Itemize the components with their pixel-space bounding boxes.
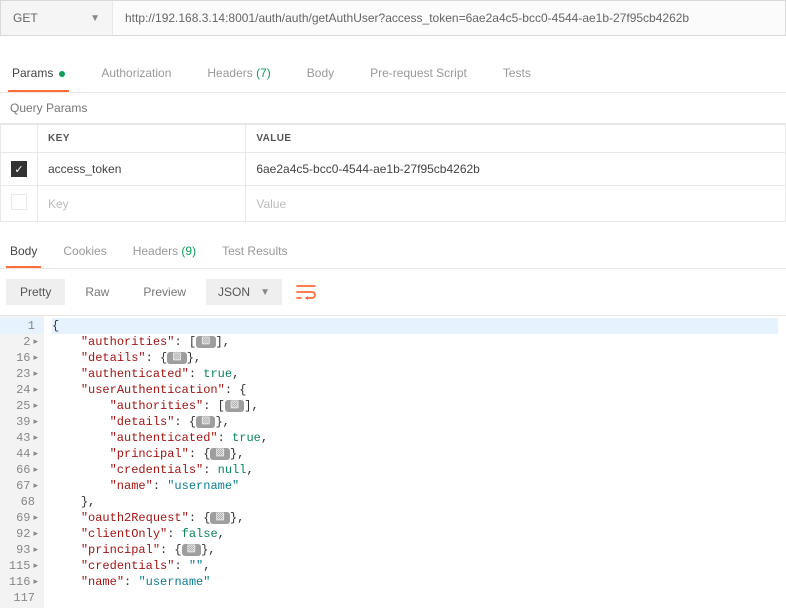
code-line: "oauth2Request": {▧}, [52, 510, 778, 526]
line-number[interactable]: 117 [0, 590, 44, 606]
pretty-button[interactable]: Pretty [6, 279, 65, 305]
line-number[interactable]: 92▸ [0, 526, 44, 542]
line-number[interactable]: 115▸ [0, 558, 44, 574]
code-line: "details": {▧}, [52, 414, 778, 430]
param-key-placeholder[interactable]: Key [38, 186, 246, 222]
code-line: "name": "username" [52, 478, 778, 494]
modified-dot-icon [59, 71, 65, 77]
method-select[interactable]: GET ▼ [1, 1, 113, 35]
code-line: "authorities": [▧], [52, 334, 778, 350]
row-checkbox-icon[interactable] [11, 194, 27, 210]
code-line: "credentials": "", [52, 558, 778, 574]
line-number[interactable]: 16▸ [0, 350, 44, 366]
rtab-headers[interactable]: Headers (9) [129, 236, 200, 268]
line-number[interactable]: 25▸ [0, 398, 44, 414]
code-line: { [52, 318, 778, 334]
line-number[interactable]: 67▸ [0, 478, 44, 494]
row-checkbox-icon[interactable]: ✓ [11, 161, 27, 177]
line-number[interactable]: 44▸ [0, 446, 44, 462]
table-row[interactable]: ✓ access_token 6ae2a4c5-bcc0-4544-ae1b-2… [1, 153, 786, 186]
line-number[interactable]: 1 [0, 318, 44, 334]
code-line [52, 590, 778, 606]
code-line: "credentials": null, [52, 462, 778, 478]
query-params-heading: Query Params [0, 93, 786, 124]
response-tabs: Body Cookies Headers (9) Test Results [0, 236, 786, 269]
line-number[interactable]: 2▸ [0, 334, 44, 350]
request-url-bar: GET ▼ [0, 0, 786, 36]
code-line: "clientOnly": false, [52, 526, 778, 542]
tab-tests[interactable]: Tests [499, 56, 535, 92]
code-line: "authenticated": true, [52, 430, 778, 446]
request-tabs: Params Authorization Headers (7) Body Pr… [0, 56, 786, 93]
table-row-new[interactable]: Key Value [1, 186, 786, 222]
chevron-down-icon: ▼ [260, 287, 270, 298]
tab-params[interactable]: Params [8, 56, 69, 92]
tab-body[interactable]: Body [303, 56, 338, 92]
response-viewer-toolbar: Pretty Raw Preview JSON ▼ [0, 269, 786, 315]
col-key: KEY [38, 125, 246, 153]
rtab-testresults[interactable]: Test Results [218, 236, 291, 268]
params-table: KEY VALUE ✓ access_token 6ae2a4c5-bcc0-4… [0, 124, 786, 222]
rtab-cookies[interactable]: Cookies [59, 236, 110, 268]
code-line: "details": {▧}, [52, 350, 778, 366]
method-label: GET [13, 11, 38, 25]
line-number[interactable]: 116▸ [0, 574, 44, 590]
tab-prerequest[interactable]: Pre-request Script [366, 56, 471, 92]
code-line: "authorities": [▧], [52, 398, 778, 414]
code-line: }, [52, 494, 778, 510]
line-number[interactable]: 43▸ [0, 430, 44, 446]
code-line: "name": "username" [52, 574, 778, 590]
url-input[interactable] [113, 1, 785, 35]
rtab-body[interactable]: Body [6, 236, 41, 268]
raw-button[interactable]: Raw [71, 279, 123, 305]
param-key[interactable]: access_token [38, 153, 246, 186]
wrap-icon[interactable] [292, 280, 320, 304]
format-select[interactable]: JSON ▼ [206, 279, 282, 305]
tab-headers[interactable]: Headers (7) [203, 56, 274, 92]
line-number[interactable]: 24▸ [0, 382, 44, 398]
param-value[interactable]: 6ae2a4c5-bcc0-4544-ae1b-27f95cb4262b [246, 153, 786, 186]
line-number[interactable]: 66▸ [0, 462, 44, 478]
code-line: "principal": {▧}, [52, 446, 778, 462]
preview-button[interactable]: Preview [129, 279, 200, 305]
line-number[interactable]: 69▸ [0, 510, 44, 526]
tab-authorization[interactable]: Authorization [97, 56, 175, 92]
response-code-viewer[interactable]: 12▸16▸23▸24▸25▸39▸43▸44▸66▸67▸6869▸92▸93… [0, 315, 786, 608]
line-number[interactable]: 39▸ [0, 414, 44, 430]
param-value-placeholder[interactable]: Value [246, 186, 786, 222]
col-value: VALUE [246, 125, 786, 153]
code-line: "userAuthentication": { [52, 382, 778, 398]
line-number[interactable]: 68 [0, 494, 44, 510]
line-number[interactable]: 23▸ [0, 366, 44, 382]
chevron-down-icon: ▼ [90, 13, 100, 24]
code-line: "authenticated": true, [52, 366, 778, 382]
